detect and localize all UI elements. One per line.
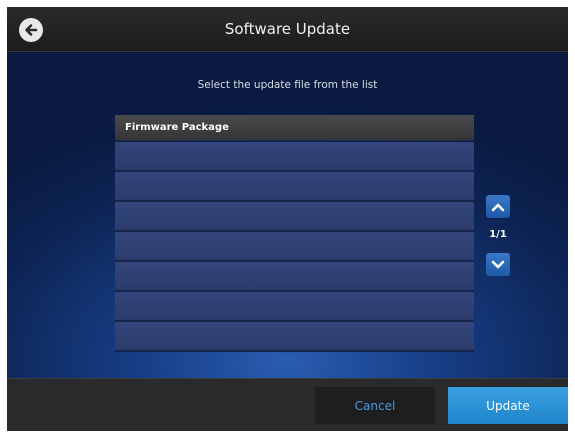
- list-item[interactable]: [115, 172, 474, 202]
- list-column-header: Firmware Package: [115, 115, 474, 141]
- list-rows: [115, 142, 474, 352]
- page-up-button[interactable]: [486, 195, 510, 218]
- list-item[interactable]: [115, 322, 474, 352]
- page-indicator: 1/1: [489, 229, 507, 240]
- list-item[interactable]: [115, 202, 474, 232]
- pager: 1/1: [485, 195, 513, 285]
- main-content: Select the update file from the list Fir…: [7, 52, 568, 378]
- list-item[interactable]: [115, 232, 474, 262]
- page-title: Software Update: [224, 20, 351, 38]
- back-button[interactable]: [19, 18, 43, 42]
- chevron-down-icon: [491, 260, 505, 268]
- list-item[interactable]: [115, 262, 474, 292]
- list-item[interactable]: [115, 292, 474, 322]
- update-button[interactable]: Update: [448, 387, 568, 424]
- list-item[interactable]: [115, 142, 474, 172]
- software-update-screen: Software Update Select the update file f…: [7, 7, 568, 431]
- footer-bar: Cancel Update: [7, 378, 568, 431]
- instruction-text: Select the update file from the list: [197, 79, 378, 91]
- page-down-button[interactable]: [486, 253, 510, 276]
- cancel-button[interactable]: Cancel: [315, 387, 435, 424]
- title-bar: Software Update: [7, 7, 568, 52]
- firmware-package-list: Firmware Package: [115, 115, 474, 371]
- back-arrow-icon: [25, 24, 38, 36]
- chevron-up-icon: [491, 203, 505, 211]
